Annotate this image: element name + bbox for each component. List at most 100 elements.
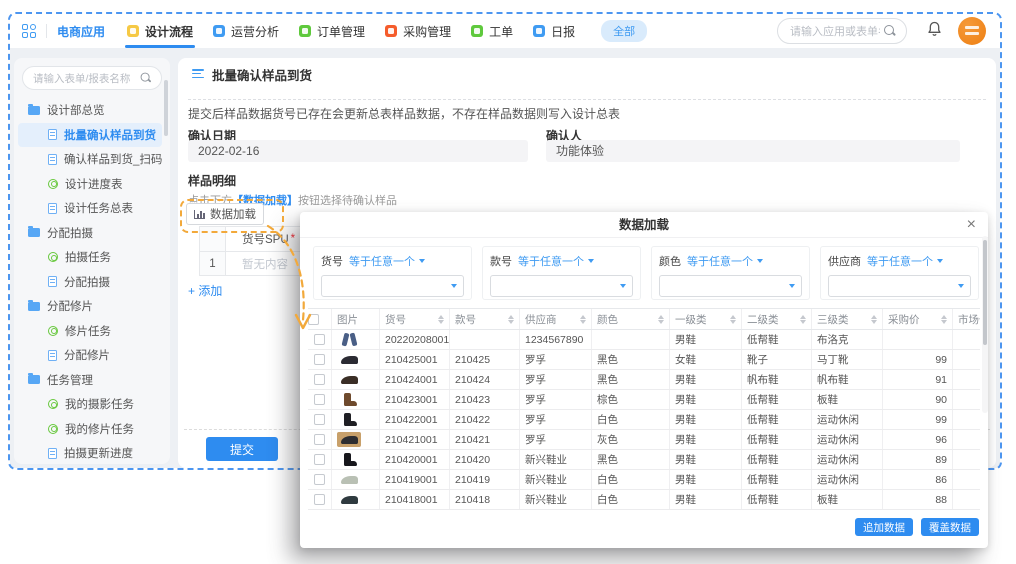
sort-icon[interactable] <box>508 315 514 324</box>
sidebar-item[interactable]: 我的摄影任务 <box>14 392 166 417</box>
sidebar-item[interactable]: 任务管理 <box>14 368 166 393</box>
sidebar-item[interactable]: 分配修片 <box>14 343 166 368</box>
nav-tab-label: 工单 <box>489 23 513 40</box>
sidebar-item[interactable]: 修片任务 <box>14 319 166 344</box>
overwrite-data-button[interactable]: 覆盖数据 <box>921 518 979 536</box>
sidebar-item[interactable]: 我的修片任务 <box>14 417 166 442</box>
table-cell: 黑色 <box>592 370 670 389</box>
column-header[interactable]: 款号 <box>450 309 520 329</box>
row-checkbox[interactable] <box>314 414 325 425</box>
sidebar-item-label: 分配拍摄 <box>64 274 110 290</box>
row-checkbox[interactable] <box>314 454 325 465</box>
sidebar-item-label: 分配拍摄 <box>47 225 93 241</box>
product-thumbnail[interactable] <box>337 372 361 387</box>
sidebar-item[interactable]: 设计任务总表 <box>14 196 166 221</box>
sort-icon[interactable] <box>871 315 877 324</box>
sidebar-item[interactable]: 分配修片 <box>14 294 166 319</box>
table-cell: 210423 <box>450 390 520 409</box>
filter-operator[interactable]: 等于任意一个 <box>867 253 943 269</box>
notification-bell-icon[interactable] <box>927 21 942 42</box>
sidebar-item[interactable]: 批量确认样品到货 <box>18 123 162 148</box>
table-row: 210419001210419新兴鞋业白色男鞋低帮鞋运动休闲86 <box>308 470 980 490</box>
nav-tab[interactable]: 日报 <box>533 14 575 48</box>
sidebar-item[interactable]: 设计部总览 <box>14 98 166 123</box>
row-checkbox[interactable] <box>314 394 325 405</box>
row-checkbox[interactable] <box>314 474 325 485</box>
sort-icon[interactable] <box>730 315 736 324</box>
sidebar-item[interactable]: 分配拍摄 <box>14 221 166 246</box>
product-thumbnail[interactable] <box>337 472 361 487</box>
column-header[interactable]: 货号 <box>380 309 450 329</box>
row-checkbox[interactable] <box>314 434 325 445</box>
sidebar-item[interactable]: 拍摄任务 <box>14 245 166 270</box>
nav-tab[interactable]: 运营分析 <box>213 14 279 48</box>
sidebar-item[interactable]: 设计进度表 <box>14 172 166 197</box>
close-icon[interactable]: × <box>967 215 976 235</box>
column-header[interactable]: 市场价 <box>953 309 980 329</box>
row-checkbox[interactable] <box>314 334 325 345</box>
table-cell: 马丁靴 <box>812 350 883 369</box>
row-checkbox[interactable] <box>314 354 325 365</box>
column-header[interactable]: 颜色 <box>592 309 670 329</box>
nav-tab[interactable]: 设计流程 <box>127 14 193 48</box>
global-search-input[interactable]: 请输入应用或表单名称 <box>777 18 907 44</box>
column-header-label: 颜色 <box>597 312 618 327</box>
row-checkbox[interactable] <box>314 494 325 505</box>
all-apps-pill[interactable]: 全部 <box>601 20 647 42</box>
table-cell: 低帮鞋 <box>742 490 812 509</box>
sidebar-search-input[interactable]: 请输入表单/报表名称 <box>22 66 162 90</box>
nav-tab[interactable]: 订单管理 <box>299 14 365 48</box>
table-cell: 20220208001 <box>380 330 450 349</box>
table-scrollbar[interactable] <box>982 236 988 413</box>
filter-operator[interactable]: 等于任意一个 <box>687 253 763 269</box>
column-header[interactable]: 二级类 <box>742 309 812 329</box>
user-avatar[interactable] <box>958 17 986 45</box>
product-thumbnail[interactable] <box>337 452 361 467</box>
sidebar-item[interactable]: 分配拍摄 <box>14 270 166 295</box>
column-header[interactable]: 采购价 <box>883 309 953 329</box>
filter-operator[interactable]: 等于任意一个 <box>349 253 425 269</box>
table-cell: 210420 <box>450 450 520 469</box>
filter-select[interactable] <box>490 275 633 297</box>
sort-icon[interactable] <box>438 315 444 324</box>
append-data-button[interactable]: 追加数据 <box>855 518 913 536</box>
add-row-link[interactable]: + 添加 <box>188 282 222 299</box>
column-header[interactable]: 供应商 <box>520 309 592 329</box>
sort-icon[interactable] <box>580 315 586 324</box>
confirmer-field[interactable]: 功能体验 <box>546 140 960 162</box>
product-thumbnail[interactable] <box>337 392 361 407</box>
sidebar-item[interactable]: 拍摄更新进度 <box>14 441 166 464</box>
sort-icon[interactable] <box>658 315 664 324</box>
product-thumbnail[interactable] <box>337 352 361 367</box>
product-thumbnail[interactable] <box>337 332 361 347</box>
data-load-button[interactable]: 数据加载 <box>186 203 264 225</box>
apps-grid-icon[interactable] <box>22 24 36 38</box>
nav-tab[interactable]: 工单 <box>471 14 513 48</box>
table-row: 210421001210421罗孚灰色男鞋低帮鞋运动休闲96 <box>308 430 980 450</box>
row-checkbox[interactable] <box>314 374 325 385</box>
sort-icon[interactable] <box>800 315 806 324</box>
sidebar-item-label: 设计进度表 <box>65 176 123 192</box>
table-cell: 210420001 <box>380 450 450 469</box>
sort-icon[interactable] <box>941 315 947 324</box>
nav-tab[interactable]: 采购管理 <box>385 14 451 48</box>
confirm-date-field[interactable]: 2022-02-16 <box>188 140 528 162</box>
column-header[interactable]: 一级类 <box>670 309 742 329</box>
column-header[interactable]: 三级类 <box>812 309 883 329</box>
product-thumbnail[interactable] <box>337 412 361 427</box>
filter-select[interactable] <box>828 275 971 297</box>
product-thumbnail[interactable] <box>337 492 361 507</box>
filter-operator[interactable]: 等于任意一个 <box>518 253 594 269</box>
product-thumbnail[interactable] <box>337 432 361 447</box>
sidebar-item-label: 分配修片 <box>64 347 110 363</box>
filter-select[interactable] <box>659 275 802 297</box>
workspace-name[interactable]: 电商应用 <box>57 23 105 40</box>
column-header[interactable]: 图片 <box>332 309 380 329</box>
select-all-checkbox[interactable] <box>308 314 319 325</box>
nav-right: 请输入应用或表单名称 <box>777 14 986 48</box>
sidebar-scrollbar[interactable] <box>164 80 168 136</box>
filter-select[interactable] <box>321 275 464 297</box>
submit-button[interactable]: 提交 <box>206 437 278 461</box>
sidebar-item[interactable]: 确认样品到货_扫码 <box>14 147 166 172</box>
document-icon <box>48 276 57 287</box>
